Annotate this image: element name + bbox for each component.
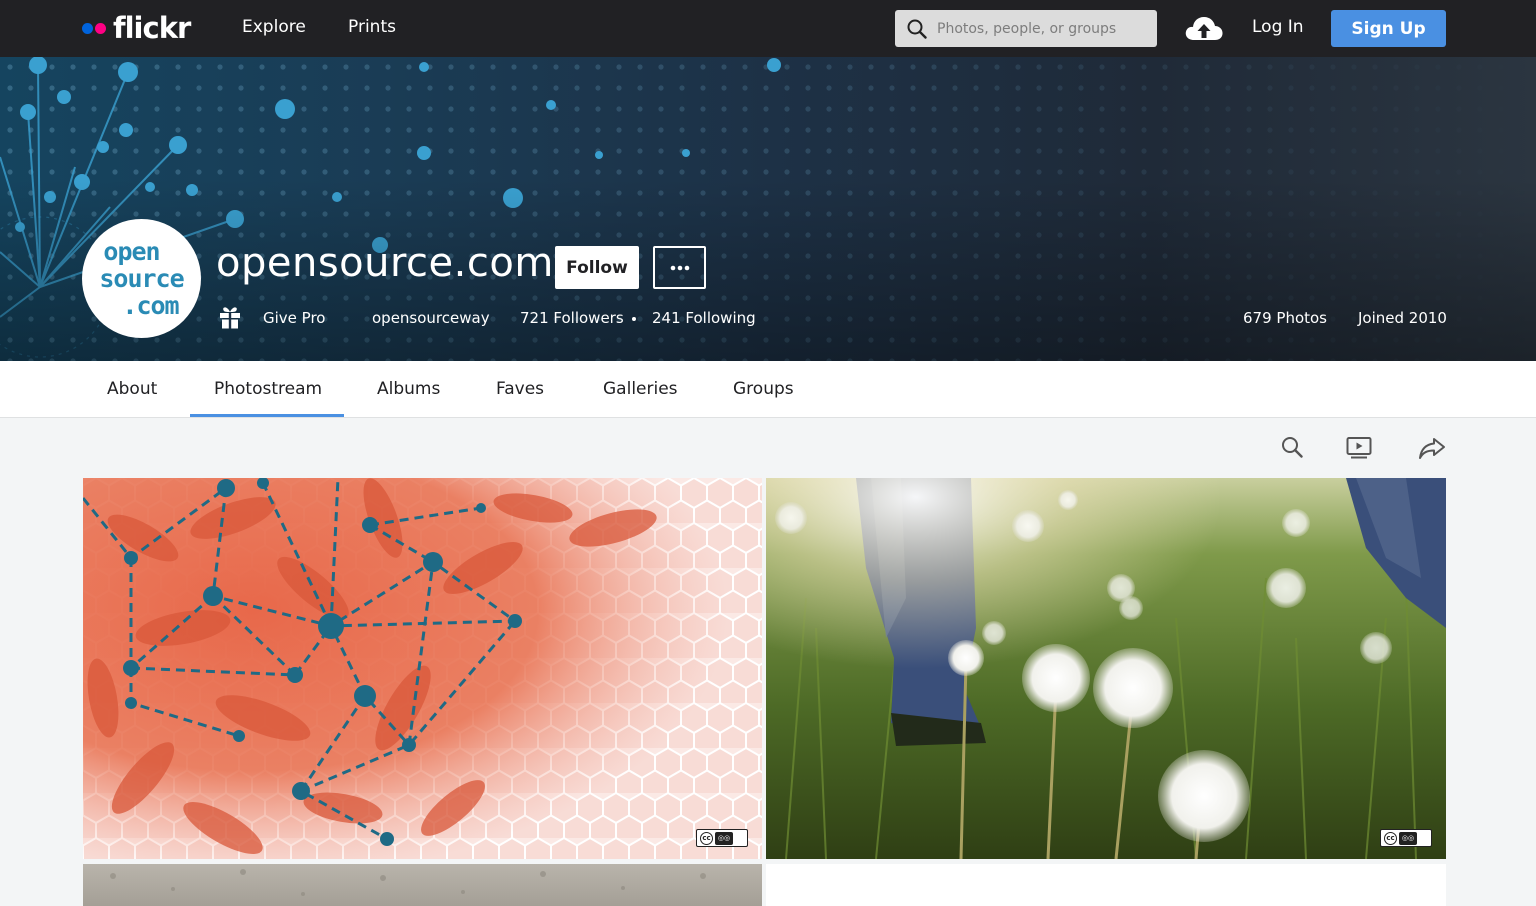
username: opensourceway [372,309,490,327]
photo-dandelions[interactable]: cc ◎◎ [766,478,1446,859]
photo-partial-blank[interactable] [766,864,1446,906]
joined-date: Joined 2010 [1358,309,1447,327]
give-pro-link[interactable]: Give Pro [263,309,325,327]
avatar-text-line: open [103,237,160,266]
signup-button[interactable]: Sign Up [1331,10,1446,47]
photo-image [766,478,1446,859]
nav-explore[interactable]: Explore [242,17,306,37]
cc-symbol: cc [1384,831,1397,845]
tab-photostream[interactable]: Photostream [214,379,322,399]
nav-prints[interactable]: Prints [348,17,396,37]
search-icon [907,19,927,39]
photo-partial-gravel[interactable] [83,864,762,906]
creative-commons-icon: cc ◎◎ [1380,829,1432,847]
following-link[interactable]: 241 Following [652,309,756,327]
tab-about[interactable]: About [107,379,157,399]
logo-pink-dot [95,22,106,34]
tab-galleries[interactable]: Galleries [603,379,678,399]
search-photostream-icon[interactable] [1281,436,1303,460]
profile-name: opensource.com [216,240,554,286]
tab-groups[interactable]: Groups [733,379,794,399]
cc-attribution-symbol: ◎◎ [715,831,733,845]
share-icon[interactable] [1418,436,1446,460]
more-options-button[interactable] [653,246,706,289]
tab-faves[interactable]: Faves [496,379,544,399]
followers-link[interactable]: 721 Followers [520,309,624,327]
top-navigation-bar: flickr Explore Prints Log In Sign Up [0,0,1536,57]
separator-dot [632,317,636,321]
avatar-text-line: source [99,264,184,293]
login-link[interactable]: Log In [1252,17,1304,37]
avatar[interactable]: open source .com [82,219,201,338]
avatar-text-line: .com [122,291,179,320]
profile-tabs: About Photostream Albums Faves Galleries… [0,361,1536,418]
more-dots-icon [670,265,689,270]
follow-button[interactable]: Follow [555,246,639,289]
tab-albums[interactable]: Albums [377,379,440,399]
photo-image [83,478,762,859]
logo-wordmark: flickr [113,11,191,45]
cloud-upload-icon[interactable] [1184,14,1224,42]
cc-attribution-symbol: ◎◎ [1399,831,1417,845]
photo-honeycomb-network[interactable]: cc ◎◎ [83,478,762,859]
cc-symbol: cc [700,831,713,845]
photo-count: 679 Photos [1243,309,1328,327]
logo-blue-dot [82,22,93,34]
photo-image [110,869,706,896]
slideshow-icon[interactable] [1346,436,1372,460]
search-box[interactable] [895,10,1157,47]
active-tab-indicator [190,414,344,417]
search-input[interactable] [937,16,1147,41]
flickr-logo[interactable]: flickr [82,11,191,45]
gift-icon[interactable] [219,305,241,329]
creative-commons-icon: cc ◎◎ [696,829,748,847]
